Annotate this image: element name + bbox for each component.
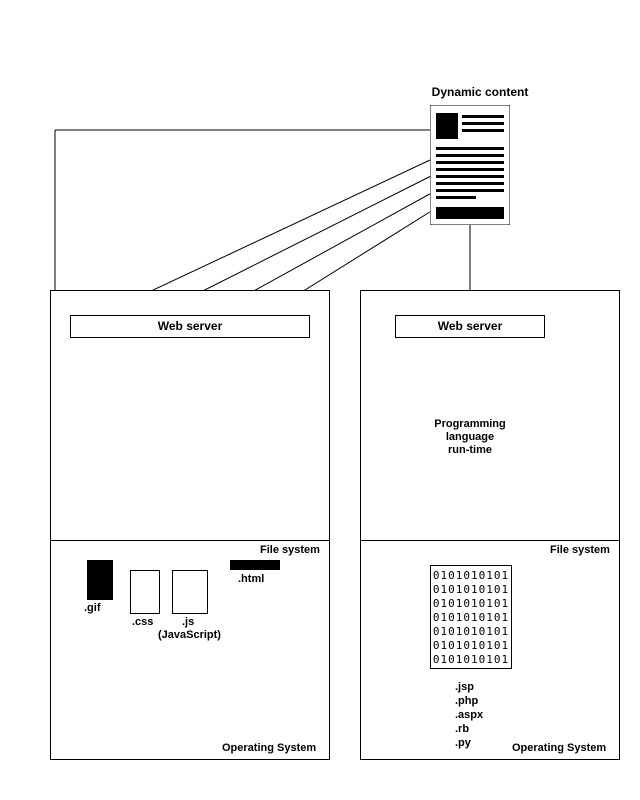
file-js-sublabel: (JavaScript) (158, 629, 221, 641)
title-dynamic-content: Dynamic content (420, 85, 540, 99)
file-js-icon (172, 570, 208, 614)
file-html-icon (230, 560, 280, 570)
runtime-label: Programming language run-time (420, 418, 520, 457)
diagram-canvas: Dynamic content File system Operating (0, 0, 640, 800)
right-file-system-label: File system (550, 544, 610, 556)
file-css-label: .css (132, 616, 153, 628)
file-html-label: .html (238, 573, 264, 585)
right-ext-list: .jsp .php .aspx .rb .py (455, 680, 483, 750)
file-css-icon (130, 570, 160, 614)
left-fs-divider (50, 540, 330, 541)
document-icon (430, 105, 510, 230)
right-os-box (360, 290, 620, 760)
file-gif-icon (87, 560, 113, 600)
right-fs-divider (360, 540, 620, 541)
file-js-label: .js (182, 616, 194, 628)
left-web-server-label: Web server (70, 319, 310, 333)
left-file-system-label: File system (260, 544, 320, 556)
file-gif-label: .gif (84, 602, 101, 614)
left-os-label: Operating System (222, 742, 316, 754)
binary-box: 0101010101 0101010101 0101010101 0101010… (430, 565, 512, 669)
left-os-box (50, 290, 330, 760)
binary-text: 0101010101 0101010101 0101010101 0101010… (431, 569, 511, 667)
right-web-server-label: Web server (395, 319, 545, 333)
right-os-label: Operating System (512, 742, 606, 754)
